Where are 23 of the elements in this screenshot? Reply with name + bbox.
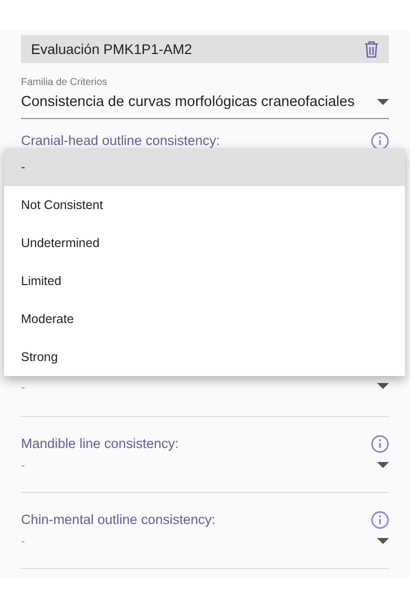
info-icon[interactable] xyxy=(371,132,389,150)
caret-icon[interactable] xyxy=(377,383,389,390)
menu-option[interactable]: Strong xyxy=(4,338,405,376)
caret-icon[interactable] xyxy=(377,538,389,544)
delete-icon[interactable] xyxy=(364,40,379,58)
menu-option[interactable]: Moderate xyxy=(4,300,405,338)
criterion-value: - xyxy=(21,457,25,474)
criterion-label: Mandible line consistency: xyxy=(21,434,179,453)
select-field[interactable]: Consistencia de curvas morfológicas craneofaciales xyxy=(21,90,389,119)
menu-option[interactable]: Not Consistent xyxy=(4,186,405,224)
caret-icon xyxy=(377,99,389,106)
criterion-value: - xyxy=(21,533,25,550)
criterion-value: - xyxy=(21,378,25,396)
info-icon[interactable] xyxy=(371,510,389,529)
caret-icon[interactable] xyxy=(377,462,389,468)
criterion-label: Chin-mental outline consistency: xyxy=(21,510,216,529)
menu-option[interactable]: Undetermined xyxy=(4,224,405,262)
menu-option[interactable]: Limited xyxy=(4,262,405,300)
info-icon[interactable] xyxy=(371,434,389,453)
criterion-label: Cranial-head outline consistency: xyxy=(21,132,220,150)
header-title: Evaluación PMK1P1-AM2 xyxy=(31,40,192,58)
menu-option[interactable]: - xyxy=(4,148,405,186)
field-label: Familia de Criterios xyxy=(21,76,108,90)
